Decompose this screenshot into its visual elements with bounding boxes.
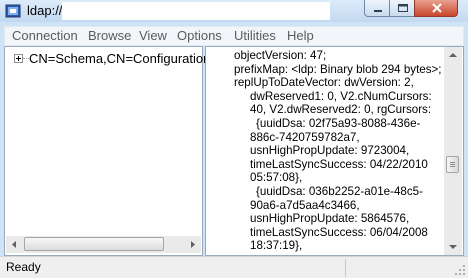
minimize-icon xyxy=(374,10,382,12)
menu-connection[interactable]: Connection xyxy=(12,28,78,43)
tree-item-schema[interactable]: CN=Schema,CN=Configuration xyxy=(29,51,210,66)
output-line: 40, V2.dwReserved2: 0, rgCursors: xyxy=(250,103,432,117)
horizontal-scrollbar[interactable] xyxy=(6,236,201,253)
output-line: 90a6-a7d5aa4c3466, xyxy=(250,198,360,212)
horizontal-scroll-thumb[interactable] xyxy=(24,237,164,251)
scroll-right-icon[interactable] xyxy=(184,236,201,253)
app-icon[interactable] xyxy=(5,3,21,19)
output-line: timeLastSyncSuccess: 06/04/2008 xyxy=(250,225,428,239)
close-button[interactable] xyxy=(414,0,458,17)
output-pane[interactable]: objectVersion: 47; prefixMap: <ldp: Bina… xyxy=(205,46,464,256)
tree-pane[interactable]: CN=Schema,CN=Configuration xyxy=(4,46,210,256)
maximize-button[interactable] xyxy=(389,0,415,17)
output-line: objectVersion: 47; xyxy=(234,49,327,62)
output-line: usnHighPropUpdate: 5864576, xyxy=(250,212,410,226)
output-line: {uuidDsa: 036b2252-a01e-48c5- xyxy=(256,184,423,198)
menu-bar: Connection Browse View Options Utilities… xyxy=(4,26,464,46)
ldp-window: ldap:// Connection Browse View Options U… xyxy=(0,0,468,278)
output-line: 886c-7420759782a7, xyxy=(250,130,360,144)
output-text: objectVersion: 47; prefixMap: <ldp: Bina… xyxy=(234,49,442,253)
output-line: 18:37:19}, xyxy=(250,239,303,253)
menu-browse[interactable]: Browse xyxy=(88,28,131,43)
vertical-scrollbar[interactable] xyxy=(444,47,462,255)
output-line: timeLastSyncSuccess: 04/22/2010 xyxy=(250,157,428,171)
title-bar: ldap:// xyxy=(0,0,468,22)
menu-help[interactable]: Help xyxy=(287,28,314,43)
status-bar: Ready xyxy=(0,256,468,278)
title-address-area xyxy=(62,2,330,20)
output-line: 05:57:08}, xyxy=(250,171,303,185)
output-line: prefixMap: <ldp: Binary blob 294 bytes>; xyxy=(234,62,442,76)
close-icon xyxy=(432,3,442,13)
scroll-down-icon[interactable] xyxy=(444,238,462,255)
vertical-scroll-thumb[interactable] xyxy=(446,156,459,173)
expand-icon[interactable] xyxy=(14,54,23,63)
menu-options[interactable]: Options xyxy=(177,28,222,43)
output-line: {uuidDsa: 02f75a93-8088-436e- xyxy=(256,116,421,130)
window-title: ldap:// xyxy=(27,3,63,18)
maximize-icon xyxy=(398,4,408,12)
menu-view[interactable]: View xyxy=(139,28,167,43)
scroll-left-icon[interactable] xyxy=(6,236,23,253)
minimize-button[interactable] xyxy=(364,0,390,17)
scroll-up-icon[interactable] xyxy=(444,47,462,64)
resize-grip-icon[interactable] xyxy=(454,264,466,276)
output-line: usnHighPropUpdate: 9723004, xyxy=(250,144,410,158)
output-line: replUpToDateVector: dwVersion: 2, xyxy=(234,76,414,90)
output-line: dwReserved1: 0, V2.cNumCursors: xyxy=(250,89,432,103)
menu-utilities[interactable]: Utilities xyxy=(234,28,276,43)
status-text: Ready xyxy=(6,260,41,274)
status-divider xyxy=(345,259,346,277)
